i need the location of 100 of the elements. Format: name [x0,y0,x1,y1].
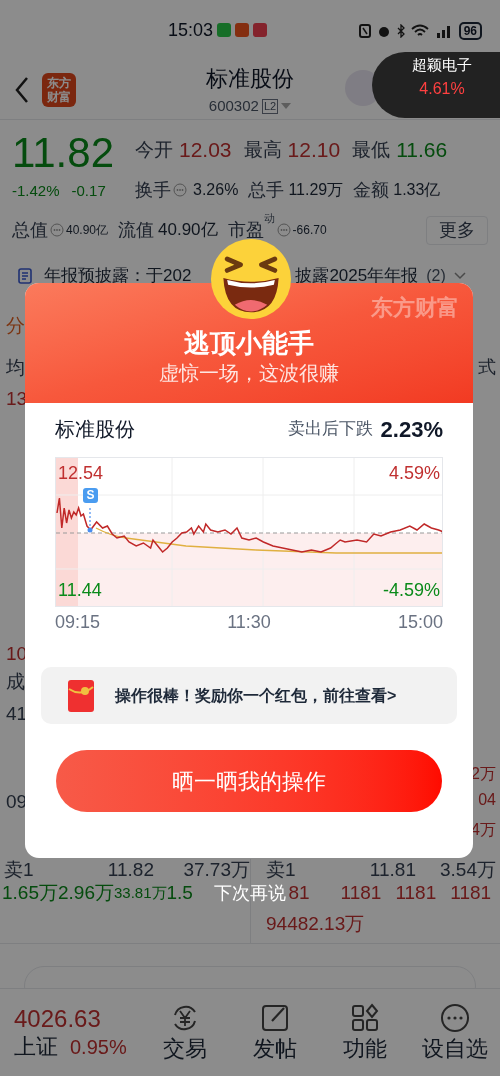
sell-marker: S [83,488,98,503]
more-button[interactable]: 更多 [426,215,488,245]
time-label: 15:00 [397,610,443,634]
order-cell-text: 3.54万 [439,859,496,881]
index-change: 0.95% [70,1034,127,1060]
chart-label: 式 [478,356,496,379]
app-notification-icon [253,23,268,37]
stat-label: 总手 [248,178,285,202]
modal-title: 逃顶小能手 [184,327,314,359]
order-cell: 2.96万 [58,881,114,904]
toast-change: 4.61% [419,78,465,99]
field-value: 12.10 [287,137,341,164]
axis-label: 11.44 [58,579,102,602]
axis-label: -4.59% [382,579,440,602]
field-label: 最高 [243,137,282,162]
nav-tab[interactable]: 功能 [320,1002,410,1063]
stock-name: 标准股份 [55,417,135,442]
notice-text: 年报预披露：于202 [44,264,192,287]
chart-label: 分 [6,314,25,338]
chevron-down-icon[interactable] [453,271,466,280]
stat-value: 40.90亿 [158,219,218,242]
stat-label: 总值 [12,218,48,242]
order-cell: 1181 [340,881,382,904]
index-name: 上证 [14,1032,58,1061]
index-value: 4026.63 [14,1004,102,1033]
nav-tab[interactable]: 交易 [140,1002,230,1063]
order-cell-text: 卖1 [4,859,35,881]
nfc-icon [358,24,371,38]
current-price: 11.82 [12,130,115,176]
field-label: 最低 [352,137,391,162]
order-cell-text: 33.81万 [113,883,167,901]
index-ticker[interactable]: 4026.63 上证 0.95% [0,1004,140,1061]
chart-label: 成 [6,670,25,694]
modal-subtitle: 虚惊一场，这波很赚 [159,361,339,386]
chat-app-icon [217,23,232,37]
dismiss-link[interactable]: 下次再说 [214,882,286,905]
app-logo[interactable]: 东方财富 [42,72,76,107]
stat-value: 40.90亿 [66,222,109,239]
stat-label: 流值 [118,218,155,242]
stock-name: 标准股份 [206,65,294,93]
order-cell-text: 1.5 [166,881,194,904]
stat-value: -66.70 [292,222,327,239]
laughing-emoji-icon [210,238,292,320]
field-label: 今开 [135,137,173,162]
order-cell-text: 11.81 [368,859,416,881]
stat-label: 换手 [135,178,171,202]
order-cell-text: 卖1 [266,859,297,881]
info-icon[interactable] [50,223,64,237]
level-badge: L2 [261,98,279,114]
stat-label: 金额 [353,178,390,202]
order-cell-text: 11.82 [106,859,154,881]
order-cell-text: 81 [288,881,311,904]
reward-message[interactable]: 操作很棒！奖励你一个红包，前往查看> [115,683,397,708]
nav-tab[interactable]: 发帖 [230,1002,320,1063]
change-amount: -0.17 [71,181,106,201]
stat-value: 3.26% [193,180,239,200]
field-value: 11.66 [396,137,448,164]
order-cell: 1181 [395,881,437,904]
reward-banner[interactable]: 操作很棒！奖励你一个红包，前往查看> [41,667,457,724]
chart-label: 均 [6,356,25,380]
share-button[interactable]: 晒一晒我的操作 [56,750,442,812]
leader-line [87,507,93,533]
result-value: 2.23% [380,415,443,444]
superscript-mark: 动 [263,212,275,224]
chart-label: 04 [478,790,496,810]
info-icon[interactable] [276,223,291,237]
stock-toast[interactable]: 超颖电子 4.61% [372,52,500,118]
toast-stock-name: 超颖电子 [412,55,472,75]
more-icon [440,1002,470,1033]
apps-grid-icon [350,1002,380,1033]
status-time: 15:03 [168,18,214,42]
axis-label: 12.54 [58,462,104,485]
chart-label: 41 [6,702,28,726]
time-label: 09:15 [55,610,101,634]
signal-icon [434,24,453,38]
order-cell: 1.65万 [2,881,58,904]
field-value: 12.03 [179,137,232,164]
brand-watermark: 东方财富 [371,294,459,322]
stat-label: 市盈 [227,219,264,242]
back-icon[interactable] [14,75,30,104]
stat-value: 1.33亿 [393,180,441,200]
info-icon[interactable] [173,183,187,197]
notice-text: 披露2025年年报 [295,264,419,287]
time-label: 11:30 [227,610,271,634]
stock-code: 600302 [208,96,259,116]
order-cell-text: 94482.13万 [266,911,365,936]
nav-tab[interactable]: 设自选 [410,1002,500,1063]
battery-icon: 96 [458,22,482,40]
notice-count: (2) [426,265,446,286]
dropdown-caret-icon[interactable] [281,102,292,111]
result-label: 卖出后下跌 [287,418,373,441]
order-cell: 1181 [450,881,492,904]
bluetooth-icon [396,24,405,38]
wifi-icon [410,24,429,38]
document-icon [18,267,32,284]
change-percent: -1.42% [12,181,60,201]
order-cell-text: 37.73万 [182,859,250,881]
edit-icon [260,1002,290,1033]
stat-value: 11.29万 [288,180,344,200]
paper-plane-app-icon [235,23,250,37]
